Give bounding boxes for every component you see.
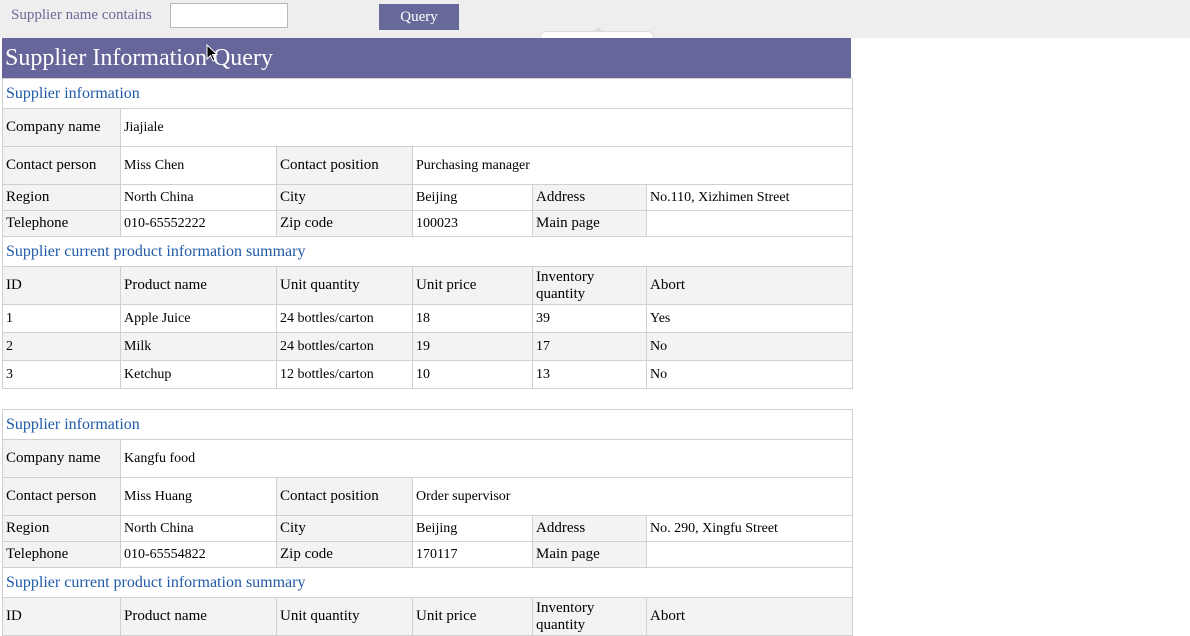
- label-zip: Zip code: [276, 210, 413, 237]
- col-header-unit-quantity: Unit quantity: [276, 597, 413, 636]
- value-telephone: 010-65554822: [120, 541, 277, 568]
- value-position: Purchasing manager: [411, 146, 854, 185]
- value-address: No. 290, Xingfu Street: [645, 515, 854, 542]
- cell-product-name: Apple Juice: [120, 304, 277, 333]
- value-city: Beijing: [412, 515, 533, 542]
- col-header-abort: Abort: [645, 597, 854, 636]
- query-button[interactable]: Query: [379, 4, 459, 30]
- section-supplier-info: Supplier information: [1, 78, 854, 109]
- cell-unit-price: 18: [412, 304, 533, 333]
- cell-unit-quantity: 12 bottles/carton: [276, 360, 413, 389]
- col-header-unit-price: Unit price: [412, 597, 533, 636]
- label-telephone: Telephone: [2, 210, 121, 237]
- page-title: Supplier Information Query: [2, 38, 851, 78]
- label-position: Contact position: [276, 477, 413, 516]
- label-region: Region: [2, 184, 121, 211]
- cell-unit-quantity: 24 bottles/carton: [276, 304, 413, 333]
- label-company: Company name: [2, 108, 121, 147]
- mouse-pointer-icon: [206, 44, 218, 62]
- label-city: City: [276, 515, 413, 542]
- value-mainpage: [645, 541, 854, 568]
- supplier-card: Supplier information Company name Kangfu…: [1, 409, 854, 636]
- value-telephone: 010-65552222: [120, 210, 277, 237]
- table-row: 2 Milk 24 bottles/carton 19 17 No: [2, 332, 854, 361]
- col-header-abort: Abort: [645, 266, 854, 305]
- cell-abort: No: [645, 332, 854, 361]
- label-city: City: [276, 184, 413, 211]
- col-header-inventory: Inventory quantity: [532, 266, 647, 305]
- section-product-summary: Supplier current product information sum…: [1, 567, 854, 598]
- col-header-product-name: Product name: [120, 597, 277, 636]
- label-mainpage: Main page: [532, 541, 647, 568]
- value-city: Beijing: [412, 184, 533, 211]
- col-header-inventory: Inventory quantity: [532, 597, 647, 636]
- value-zip: 170117: [412, 541, 533, 568]
- label-address: Address: [532, 184, 647, 211]
- value-zip: 100023: [412, 210, 533, 237]
- cell-id: 3: [2, 360, 121, 389]
- cell-product-name: Milk: [120, 332, 277, 361]
- cell-abort: Yes: [645, 304, 854, 333]
- section-product-summary: Supplier current product information sum…: [1, 236, 854, 267]
- cell-inventory: 17: [532, 332, 647, 361]
- value-region: North China: [120, 515, 277, 542]
- section-supplier-info: Supplier information: [1, 409, 854, 440]
- search-label: Supplier name contains: [11, 7, 152, 23]
- cell-id: 2: [2, 332, 121, 361]
- cell-product-name: Ketchup: [120, 360, 277, 389]
- table-row: 3 Ketchup 12 bottles/carton 10 13 No: [2, 360, 854, 389]
- col-header-id: ID: [2, 597, 121, 636]
- table-row: 1 Apple Juice 24 bottles/carton 18 39 Ye…: [2, 304, 854, 333]
- cell-unit-price: 19: [412, 332, 533, 361]
- value-mainpage: [645, 210, 854, 237]
- value-region: North China: [120, 184, 277, 211]
- value-address: No.110, Xizhimen Street: [645, 184, 854, 211]
- label-telephone: Telephone: [2, 541, 121, 568]
- col-header-unit-price: Unit price: [412, 266, 533, 305]
- label-zip: Zip code: [276, 541, 413, 568]
- value-company: Jiajiale: [119, 108, 854, 147]
- label-region: Region: [2, 515, 121, 542]
- supplier-card: Supplier information Company name Jiajia…: [1, 78, 854, 389]
- cell-inventory: 13: [532, 360, 647, 389]
- label-contact: Contact person: [2, 477, 121, 516]
- col-header-id: ID: [2, 266, 121, 305]
- cell-unit-quantity: 24 bottles/carton: [276, 332, 413, 361]
- label-contact: Contact person: [2, 146, 121, 185]
- col-header-product-name: Product name: [120, 266, 277, 305]
- cell-id: 1: [2, 304, 121, 333]
- col-header-unit-quantity: Unit quantity: [276, 266, 413, 305]
- label-address: Address: [532, 515, 647, 542]
- cell-abort: No: [645, 360, 854, 389]
- label-company: Company name: [2, 439, 121, 478]
- value-contact: Miss Huang: [120, 477, 277, 516]
- supplier-name-input[interactable]: [170, 3, 288, 28]
- label-position: Contact position: [276, 146, 413, 185]
- value-company: Kangfu food: [119, 439, 854, 478]
- label-mainpage: Main page: [532, 210, 647, 237]
- cell-unit-price: 10: [412, 360, 533, 389]
- value-position: Order supervisor: [411, 477, 854, 516]
- cell-inventory: 39: [532, 304, 647, 333]
- value-contact: Miss Chen: [120, 146, 277, 185]
